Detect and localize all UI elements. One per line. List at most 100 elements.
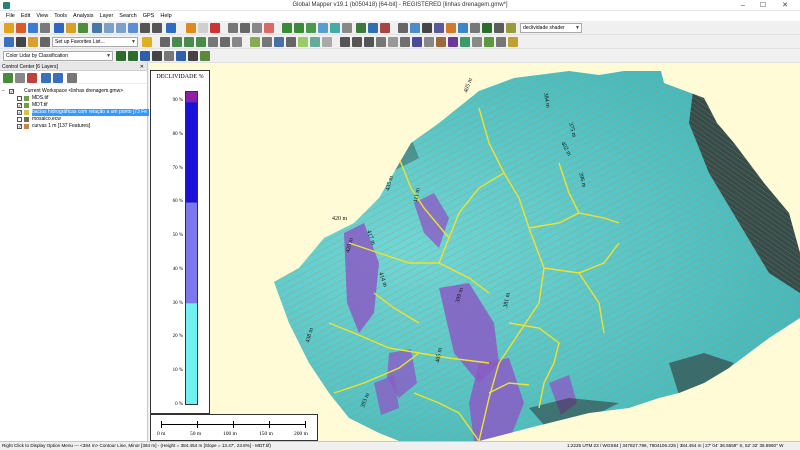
crop-icon[interactable] (436, 37, 446, 47)
delete-icon[interactable] (210, 23, 220, 33)
create-point-icon[interactable] (172, 37, 182, 47)
vegetation-icon[interactable] (484, 37, 494, 47)
layer-checkbox[interactable]: ✓ (17, 124, 22, 129)
layer-row[interactable]: MDS.tif (0, 95, 147, 102)
view-shed-icon[interactable] (264, 23, 274, 33)
forward-view-icon[interactable] (152, 23, 162, 33)
favorites-select[interactable]: Set up Favorites List... ▼ (52, 37, 138, 47)
layer-info-icon[interactable] (67, 73, 77, 83)
lidar-toolbar-icon-6[interactable] (176, 51, 186, 61)
lidar-color-select[interactable]: Color Lidar by Classification ▼ (3, 51, 113, 61)
select-icon[interactable] (208, 37, 218, 47)
save-icon[interactable] (28, 23, 38, 33)
contrast-icon[interactable] (494, 23, 504, 33)
zoom-in-icon[interactable] (104, 23, 114, 33)
lidar-toolbar-icon-2[interactable] (128, 51, 138, 61)
menu-edit[interactable]: Edit (18, 11, 33, 21)
align-icon[interactable] (412, 37, 422, 47)
shader-select[interactable]: declividade shader ▼ (520, 23, 582, 33)
screenshot-icon[interactable] (28, 37, 38, 47)
maximize-button[interactable]: ☐ (756, 0, 770, 11)
node-delete-icon[interactable] (364, 37, 374, 47)
smooth-icon[interactable] (322, 37, 332, 47)
workspace-checkbox[interactable]: ✓ (9, 89, 14, 94)
menu-gps[interactable]: GPS (140, 11, 158, 21)
workspace-row[interactable]: − ✓ Current Workspace <linhas drenagem.g… (0, 88, 147, 95)
open-data-icon[interactable] (16, 23, 26, 33)
map-view[interactable]: 405 m 384 m 420 m 435 m 411 m 402 m 414 … (149, 63, 800, 441)
copy-feature-icon[interactable] (424, 37, 434, 47)
back-view-icon[interactable] (140, 23, 150, 33)
lidar-toolbar-icon-4[interactable] (152, 51, 162, 61)
layer-row[interactable]: ✓ curvas 1 m [137 Features] (0, 123, 147, 130)
options-icon[interactable] (15, 73, 25, 83)
move-down-icon[interactable] (53, 73, 63, 83)
lidar-icon[interactable] (448, 37, 458, 47)
layer-checkbox[interactable]: ✓ (17, 110, 22, 115)
hillshade-icon[interactable] (422, 23, 432, 33)
layer-row-selected[interactable]: ✓ bacias hidrográficas com relação a um … (0, 109, 150, 116)
rotate-icon[interactable] (376, 37, 386, 47)
elevation-icon[interactable] (294, 23, 304, 33)
contour-icon[interactable] (306, 23, 316, 33)
slope-legend[interactable]: DECLIVIDADE % 90 % 80 % 70 % 60 % 50 % 4… (150, 70, 210, 414)
spline-icon[interactable] (250, 37, 260, 47)
water-icon[interactable] (330, 23, 340, 33)
map-view-icon[interactable] (78, 23, 88, 33)
join-icon[interactable] (286, 37, 296, 47)
info-icon[interactable] (228, 23, 238, 33)
sun-angle-icon[interactable] (410, 23, 420, 33)
menu-file[interactable]: File (3, 11, 18, 21)
measure-icon[interactable] (198, 23, 208, 33)
layer-checkbox[interactable] (17, 96, 22, 101)
scale-icon[interactable] (388, 37, 398, 47)
layer-row[interactable]: ✓ MDT.tif (0, 102, 147, 109)
crosshair-icon[interactable] (380, 23, 390, 33)
compass-icon[interactable] (368, 23, 378, 33)
menu-analysis[interactable]: Analysis (70, 11, 96, 21)
simplify-icon[interactable] (310, 37, 320, 47)
menu-view[interactable]: View (33, 11, 51, 21)
split-icon[interactable] (262, 37, 272, 47)
node-move-icon[interactable] (352, 37, 362, 47)
filter-icon[interactable] (496, 37, 506, 47)
layer-checkbox[interactable] (17, 117, 22, 122)
globe-icon[interactable] (92, 23, 102, 33)
open-folder-icon[interactable] (4, 23, 14, 33)
transparency-icon[interactable] (470, 23, 480, 33)
close-button[interactable]: ✕ (778, 0, 792, 11)
water-level-icon[interactable] (458, 23, 468, 33)
create-area-icon[interactable] (196, 37, 206, 47)
add-layer-icon[interactable] (3, 73, 13, 83)
print-icon[interactable] (40, 23, 50, 33)
watershed-icon[interactable] (318, 23, 328, 33)
snap-icon[interactable] (400, 37, 410, 47)
layer-checkbox[interactable]: ✓ (17, 103, 22, 108)
create-line-icon[interactable] (184, 37, 194, 47)
menu-layer[interactable]: Layer (97, 11, 117, 21)
dynamic-shader-icon[interactable] (506, 23, 516, 33)
move-icon[interactable] (232, 37, 242, 47)
buffer-icon[interactable] (298, 37, 308, 47)
lidar-toolbar-icon-1[interactable] (116, 51, 126, 61)
grid-icon[interactable] (356, 23, 366, 33)
tree-icon[interactable] (460, 37, 470, 47)
move-up-icon[interactable] (41, 73, 51, 83)
layers-icon[interactable] (66, 23, 76, 33)
overview-icon[interactable] (4, 37, 14, 47)
light-direction-icon[interactable] (446, 23, 456, 33)
collapse-icon[interactable]: − (2, 88, 5, 95)
digitizer-icon[interactable] (186, 23, 196, 33)
attribute-icon[interactable] (220, 37, 230, 47)
minimize-button[interactable]: – (736, 0, 750, 11)
zoom-out-icon[interactable] (116, 23, 126, 33)
favorite-star-icon[interactable] (142, 37, 152, 47)
close-icon[interactable]: ✕ (140, 63, 144, 71)
path-profile-icon[interactable] (252, 23, 262, 33)
shader-settings-icon[interactable] (342, 23, 352, 33)
edit-icon[interactable] (160, 37, 170, 47)
vertical-exag-icon[interactable] (434, 23, 444, 33)
lidar-toolbar-icon-5[interactable] (164, 51, 174, 61)
gps-icon[interactable] (40, 37, 50, 47)
remove-layer-icon[interactable] (27, 73, 37, 83)
